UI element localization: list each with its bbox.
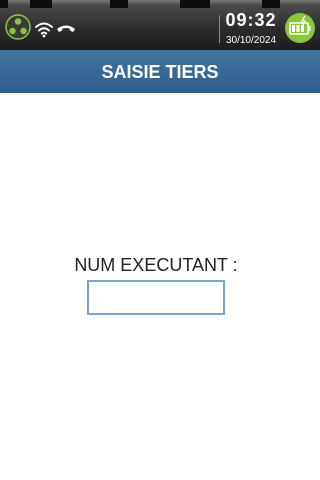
- num-executant-input[interactable]: [87, 280, 225, 315]
- network-icon: [5, 14, 31, 40]
- clock-time: 09:32: [225, 10, 277, 30]
- status-bar-notch: [0, 0, 8, 8]
- page-title: SAISIE TIERS: [101, 62, 219, 82]
- status-separator: [219, 15, 220, 43]
- num-executant-label: NUM EXECUTANT :: [74, 255, 238, 275]
- status-bar-notch: [30, 0, 52, 8]
- status-bar: 09:32 30/10/2024: [0, 0, 320, 50]
- title-bar: SAISIE TIERS: [0, 50, 320, 93]
- status-bar-notch: [262, 0, 280, 8]
- status-bar-notch: [110, 0, 128, 8]
- status-bar-notch: [180, 0, 210, 8]
- phone-icon: [57, 25, 75, 32]
- wifi-icon: [35, 22, 53, 38]
- clock-date: 30/10/2024: [225, 35, 277, 46]
- battery-charging-icon: [285, 13, 315, 43]
